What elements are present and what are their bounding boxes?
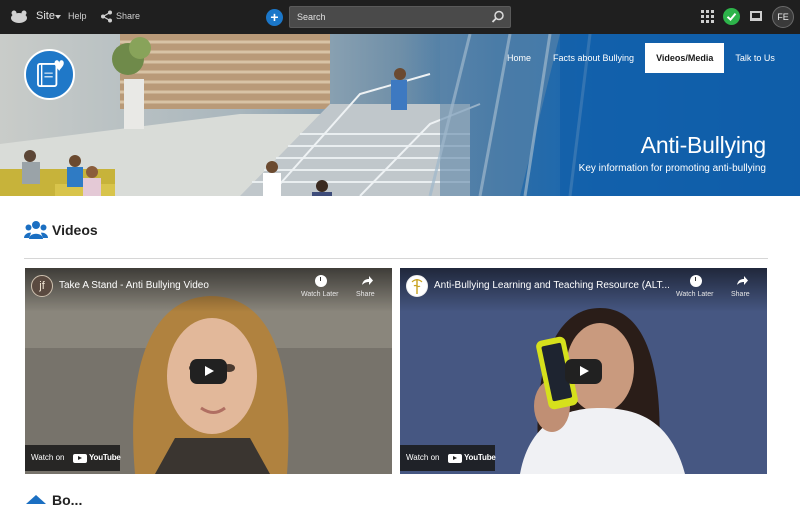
watch-on-label: Watch on xyxy=(31,453,65,462)
page-subtitle: Key information for promoting anti-bully… xyxy=(578,163,766,174)
clock-icon[interactable] xyxy=(690,275,702,287)
main-nav: Home Facts about Bullying Videos/Media T… xyxy=(496,43,786,73)
share-link[interactable]: Share xyxy=(116,11,140,21)
chevron-down-icon[interactable] xyxy=(55,15,61,19)
youtube-label: YouTube xyxy=(89,453,121,462)
channel-avatar[interactable] xyxy=(406,275,428,297)
play-icon[interactable] xyxy=(190,359,227,384)
youtube-icon xyxy=(73,454,87,463)
video-title[interactable]: Anti-Bullying Learning and Teaching Reso… xyxy=(434,280,669,291)
clock-icon[interactable] xyxy=(315,275,327,287)
watch-on-youtube-button[interactable]: Watch on YouTube xyxy=(400,445,496,471)
channel-avatar[interactable]: jf xyxy=(31,275,53,297)
book-heart-icon xyxy=(24,49,75,100)
share-icon[interactable] xyxy=(361,275,373,287)
caduceus-logo-icon xyxy=(411,279,423,294)
search-input[interactable] xyxy=(290,7,480,27)
apps-grid-icon[interactable] xyxy=(701,10,714,23)
video-title[interactable]: Take A Stand - Anti Bullying Video xyxy=(59,280,209,291)
search-icon[interactable] xyxy=(491,10,505,24)
site-menu-button[interactable]: Site xyxy=(36,10,55,22)
videos-heading: Videos xyxy=(52,222,98,238)
hero-banner: Home Facts about Bullying Videos/Media T… xyxy=(0,34,800,196)
share-icon[interactable] xyxy=(736,275,748,287)
watch-later-button[interactable]: Watch Later xyxy=(676,291,713,298)
youtube-label: YouTube xyxy=(464,453,496,462)
next-section-heading: Bo... xyxy=(52,492,83,508)
nav-item-talk-to-us[interactable]: Talk to Us xyxy=(724,43,786,73)
users-icon xyxy=(24,221,48,239)
top-bar: Site Help Share + FE xyxy=(0,0,800,34)
watch-on-youtube-button[interactable]: Watch on YouTube xyxy=(25,445,121,471)
section-icon xyxy=(26,495,46,504)
share-button[interactable]: Share xyxy=(731,291,750,298)
help-link[interactable]: Help xyxy=(68,11,87,21)
nav-item-facts-about-bullying[interactable]: Facts about Bullying xyxy=(542,43,645,73)
video-player[interactable]: jf Take A Stand - Anti Bullying Video Wa… xyxy=(25,268,392,474)
nav-item-videos-media[interactable]: Videos/Media xyxy=(645,43,725,73)
play-icon[interactable] xyxy=(565,359,602,384)
video-player[interactable]: Anti-Bullying Learning and Teaching Reso… xyxy=(400,268,767,474)
nav-item-home[interactable]: Home xyxy=(496,43,542,73)
watch-on-label: Watch on xyxy=(406,453,440,462)
monitor-icon[interactable] xyxy=(750,11,762,21)
watch-later-button[interactable]: Watch Later xyxy=(301,291,338,298)
youtube-icon xyxy=(448,454,462,463)
share-icon[interactable] xyxy=(100,10,113,23)
site-logo-icon[interactable] xyxy=(10,9,28,24)
section-divider xyxy=(24,258,768,259)
check-icon[interactable] xyxy=(723,8,740,25)
plus-icon: + xyxy=(270,9,279,25)
avatar[interactable]: FE xyxy=(772,6,794,28)
search-box[interactable] xyxy=(289,6,511,28)
share-button[interactable]: Share xyxy=(356,291,375,298)
page-title: Anti-Bullying xyxy=(640,132,766,158)
add-button[interactable]: + xyxy=(266,9,283,26)
